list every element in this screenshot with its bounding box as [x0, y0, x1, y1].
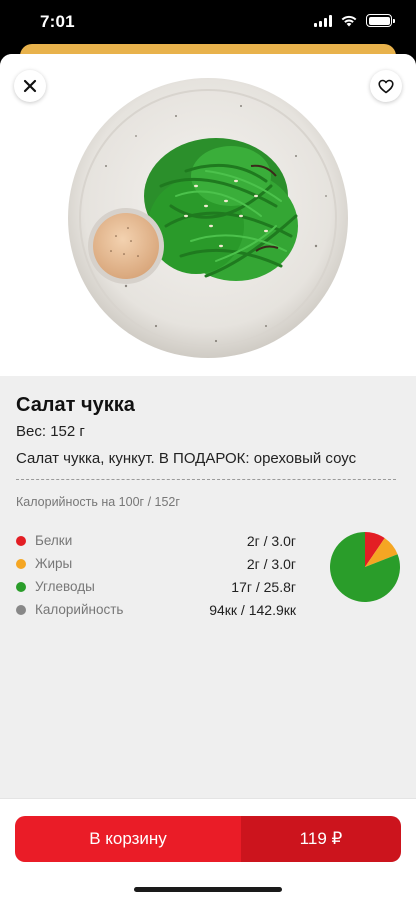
- fat-dot: [16, 558, 26, 569]
- status-icons: [314, 14, 395, 27]
- nutrition-label: Углеводы: [35, 579, 95, 594]
- product-title: Салат чукка: [16, 394, 135, 416]
- nutrition-pie-chart: [330, 532, 400, 602]
- nutrition-value: 94кк / 142.9кк: [209, 601, 296, 618]
- nutrition-label: Белки: [35, 533, 73, 548]
- cart-price: 119 ₽: [241, 816, 401, 862]
- nutrition-value: 17г / 25.8г: [231, 578, 296, 595]
- nutrition-row-protein: Белки 2г / 3.0г: [16, 529, 296, 552]
- nutrition-label: Калорийность: [35, 602, 124, 617]
- nutrition-label: Жиры: [35, 556, 73, 571]
- status-time: 7:01: [40, 12, 75, 31]
- product-description: Салат чукка, кункут. В ПОДАРОК: ореховый…: [16, 450, 357, 467]
- calories-dot: [16, 604, 26, 615]
- nutrition-value: 2г / 3.0г: [246, 532, 296, 549]
- signal-icon: [314, 14, 332, 27]
- nutrition-row-carbs: Углеводы 17г / 25.8г: [16, 575, 296, 598]
- weight-value: 152 г: [50, 423, 85, 440]
- status-bar: 7:01: [0, 0, 416, 44]
- home-indicator: [134, 887, 282, 892]
- bottom-bar: В корзину 119 ₽: [0, 798, 416, 900]
- product-weight: Вес: 152 г: [16, 423, 400, 440]
- favorite-button[interactable]: [370, 70, 402, 102]
- close-button[interactable]: [14, 70, 46, 102]
- add-to-cart-button[interactable]: В корзину 119 ₽: [15, 816, 401, 862]
- product-sheet: Салат чукка Вес: 152 г Салат чукка, кунк…: [0, 54, 416, 900]
- close-icon: [23, 79, 37, 93]
- divider: [16, 479, 396, 480]
- carbs-dot: [16, 581, 26, 592]
- nutrition-row-calories: Калорийность 94кк / 142.9кк: [16, 598, 296, 621]
- heart-icon: [378, 79, 394, 93]
- wifi-icon: [341, 15, 357, 27]
- nutrition-row-fat: Жиры 2г / 3.0г: [16, 552, 296, 575]
- weight-label: Вес:: [16, 423, 47, 440]
- nutrition-value: 2г / 3.0г: [246, 555, 296, 572]
- nutrition-header: Калорийность на 100г / 152г: [16, 495, 180, 509]
- nutrition-table: Белки 2г / 3.0г Жиры 2г / 3.0г Углеводы …: [16, 529, 400, 621]
- protein-dot: [16, 535, 26, 546]
- battery-icon: [366, 14, 395, 27]
- product-photo: [0, 54, 416, 376]
- product-info: Салат чукка Вес: 152 г Салат чукка, кунк…: [0, 376, 416, 621]
- cart-label: В корзину: [15, 816, 241, 862]
- salad-plate-image: [68, 78, 348, 358]
